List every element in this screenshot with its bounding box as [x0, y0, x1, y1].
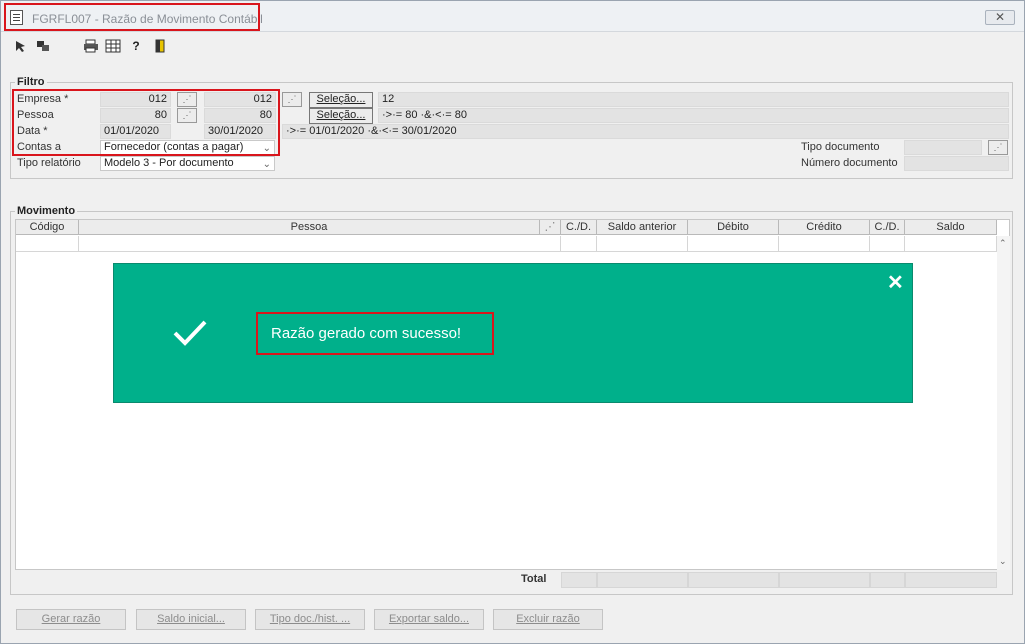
data-summary: ·>·= 01/01/2020 ·&·<·= 30/01/2020: [282, 124, 1009, 139]
total-cell-cd-2: [870, 572, 905, 588]
toast-highlight-box: [256, 312, 494, 355]
numero-documento-field[interactable]: [904, 156, 1009, 171]
tipo-documento-field[interactable]: [904, 140, 982, 155]
excluir-razao-button[interactable]: Excluir razão: [493, 609, 603, 630]
gerar-razao-button[interactable]: Gerar razão: [16, 609, 126, 630]
total-cell-saldo: [905, 572, 997, 588]
empresa-selecao-button[interactable]: Seleção...: [309, 92, 373, 108]
arrow-select-icon[interactable]: [13, 39, 27, 53]
empresa-to-lookup-button[interactable]: ⋰: [282, 92, 302, 107]
total-label: Total: [521, 573, 547, 585]
chevron-down-icon: ⌄: [262, 159, 271, 170]
numero-documento-label: Número documento: [801, 157, 898, 169]
tipo-documento-label: Tipo documento: [801, 141, 880, 153]
total-cell-cd: [561, 572, 597, 588]
column-header-codigo[interactable]: Código: [16, 220, 79, 235]
success-toast: ✕ Razão gerado com sucesso!: [113, 263, 913, 403]
scroll-down-icon[interactable]: ⌄: [999, 556, 1007, 567]
column-header-debito[interactable]: Débito: [688, 220, 779, 235]
close-icon[interactable]: ✕: [887, 270, 904, 295]
pessoa-lookup-icon[interactable]: ⋰: [540, 220, 561, 235]
table-row[interactable]: [16, 236, 79, 252]
exit-door-icon[interactable]: [153, 39, 167, 53]
tipo-relatorio-select[interactable]: Modelo 3 - Por documento ⌄: [100, 156, 275, 171]
title-highlight-box: [4, 3, 260, 31]
printer-icon[interactable]: [83, 39, 98, 53]
total-cell-credito: [779, 572, 870, 588]
help-icon[interactable]: ?: [129, 39, 143, 53]
column-header-cd-2[interactable]: C./D.: [870, 220, 905, 235]
checkmark-icon: [173, 320, 207, 346]
filtro-legend: Filtro: [15, 76, 47, 88]
pessoa-summary: ·>·= 80 ·&·<·= 80: [378, 108, 1009, 123]
table-row[interactable]: [870, 236, 905, 252]
total-cell-debito: [688, 572, 779, 588]
tipo-relatorio-label: Tipo relatório: [17, 157, 81, 169]
column-header-pessoa[interactable]: Pessoa: [79, 220, 540, 235]
vertical-scrollbar[interactable]: ⌃ ⌄: [997, 236, 1010, 570]
tipo-documento-lookup-button[interactable]: ⋰: [988, 140, 1008, 155]
tipo-relatorio-value: Modelo 3 - Por documento: [104, 157, 234, 169]
table-row[interactable]: [905, 236, 997, 252]
filtro-highlight-box: [12, 89, 280, 156]
grid-icon[interactable]: [105, 39, 121, 53]
total-cell-saldo-anterior: [597, 572, 688, 588]
column-header-saldo[interactable]: Saldo: [905, 220, 997, 235]
close-button[interactable]: ✕: [985, 10, 1015, 25]
pessoa-selecao-button[interactable]: Seleção...: [309, 108, 373, 124]
exportar-saldo-button[interactable]: Exportar saldo...: [374, 609, 484, 630]
empresa-summary: 12: [378, 92, 1009, 107]
table-row[interactable]: [561, 236, 597, 252]
table-row[interactable]: [779, 236, 870, 252]
app-window: FGRFL007 - Razão de Movimento Contábil ✕…: [0, 0, 1025, 644]
transfer-icon[interactable]: [35, 39, 49, 53]
tipo-doc-hist-button[interactable]: Tipo doc./hist. ...: [255, 609, 365, 630]
table-row[interactable]: [79, 236, 561, 252]
saldo-inicial-button[interactable]: Saldo inicial...: [136, 609, 246, 630]
movimento-legend: Movimento: [15, 205, 78, 217]
table-row[interactable]: [688, 236, 779, 252]
column-header-saldo-anterior[interactable]: Saldo anterior: [597, 220, 688, 235]
table-row[interactable]: [597, 236, 688, 252]
scroll-up-icon[interactable]: ⌃: [999, 238, 1007, 249]
column-header-cd[interactable]: C./D.: [561, 220, 597, 235]
column-header-credito[interactable]: Crédito: [779, 220, 870, 235]
